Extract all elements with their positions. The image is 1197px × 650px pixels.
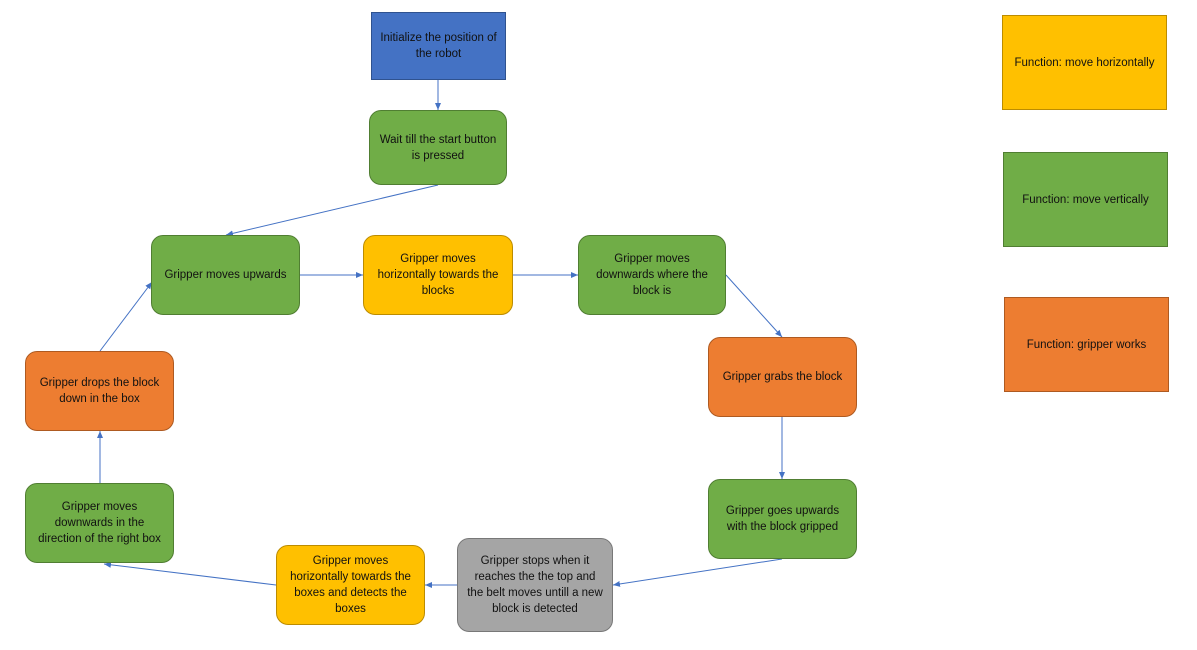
legend-label: Function: move vertically [1022, 193, 1149, 206]
legend-label: Function: gripper works [1026, 338, 1147, 351]
node-label: Gripper moves downwards where the block … [596, 253, 708, 297]
node-horiz-blocks: Gripper moves horizontally towards the b… [363, 235, 513, 315]
node-label: Gripper moves horizontally towards the b… [290, 555, 411, 615]
node-label: Wait till the start button is pressed [379, 133, 497, 162]
legend-move-horizontally: Function: move horizontally [1002, 15, 1167, 110]
node-label: Gripper moves downwards in the direction… [38, 501, 161, 545]
node-grabs: Gripper grabs the block [708, 337, 857, 417]
arrow-wait-to-moves-up [225, 184, 439, 237]
node-label: Gripper moves upwards [164, 269, 287, 281]
node-goes-up: Gripper goes upwards with the block grip… [708, 479, 857, 559]
arrow-drops-to-moves-up [99, 281, 153, 352]
node-drops: Gripper drops the block down in the box [25, 351, 174, 431]
arrow-down-to-grab [725, 274, 783, 338]
node-wait-start: Wait till the start button is pressed [369, 110, 507, 185]
arrow-goes-up-to-stops [612, 558, 783, 587]
node-label: Gripper grabs the block [722, 371, 843, 383]
arrow-horiz-boxes-to-down-box [103, 561, 277, 586]
node-label: Gripper moves horizontally towards the b… [377, 253, 499, 297]
node-label: Initialize the position of the robot [380, 32, 497, 60]
node-horiz-boxes: Gripper moves horizontally towards the b… [276, 545, 425, 625]
node-down-block: Gripper moves downwards where the block … [578, 235, 726, 315]
legend-gripper-works: Function: gripper works [1004, 297, 1169, 392]
node-moves-up: Gripper moves upwards [151, 235, 300, 315]
node-label: Gripper stops when it reaches the the to… [467, 555, 603, 615]
node-down-box: Gripper moves downwards in the direction… [25, 483, 174, 563]
node-label: Gripper goes upwards with the block grip… [725, 505, 840, 533]
legend-label: Function: move horizontally [1014, 56, 1155, 69]
node-init: Initialize the position of the robot [371, 12, 506, 80]
node-stops: Gripper stops when it reaches the the to… [457, 538, 613, 632]
legend-move-vertically: Function: move vertically [1003, 152, 1168, 247]
node-label: Gripper drops the block down in the box [39, 377, 160, 405]
